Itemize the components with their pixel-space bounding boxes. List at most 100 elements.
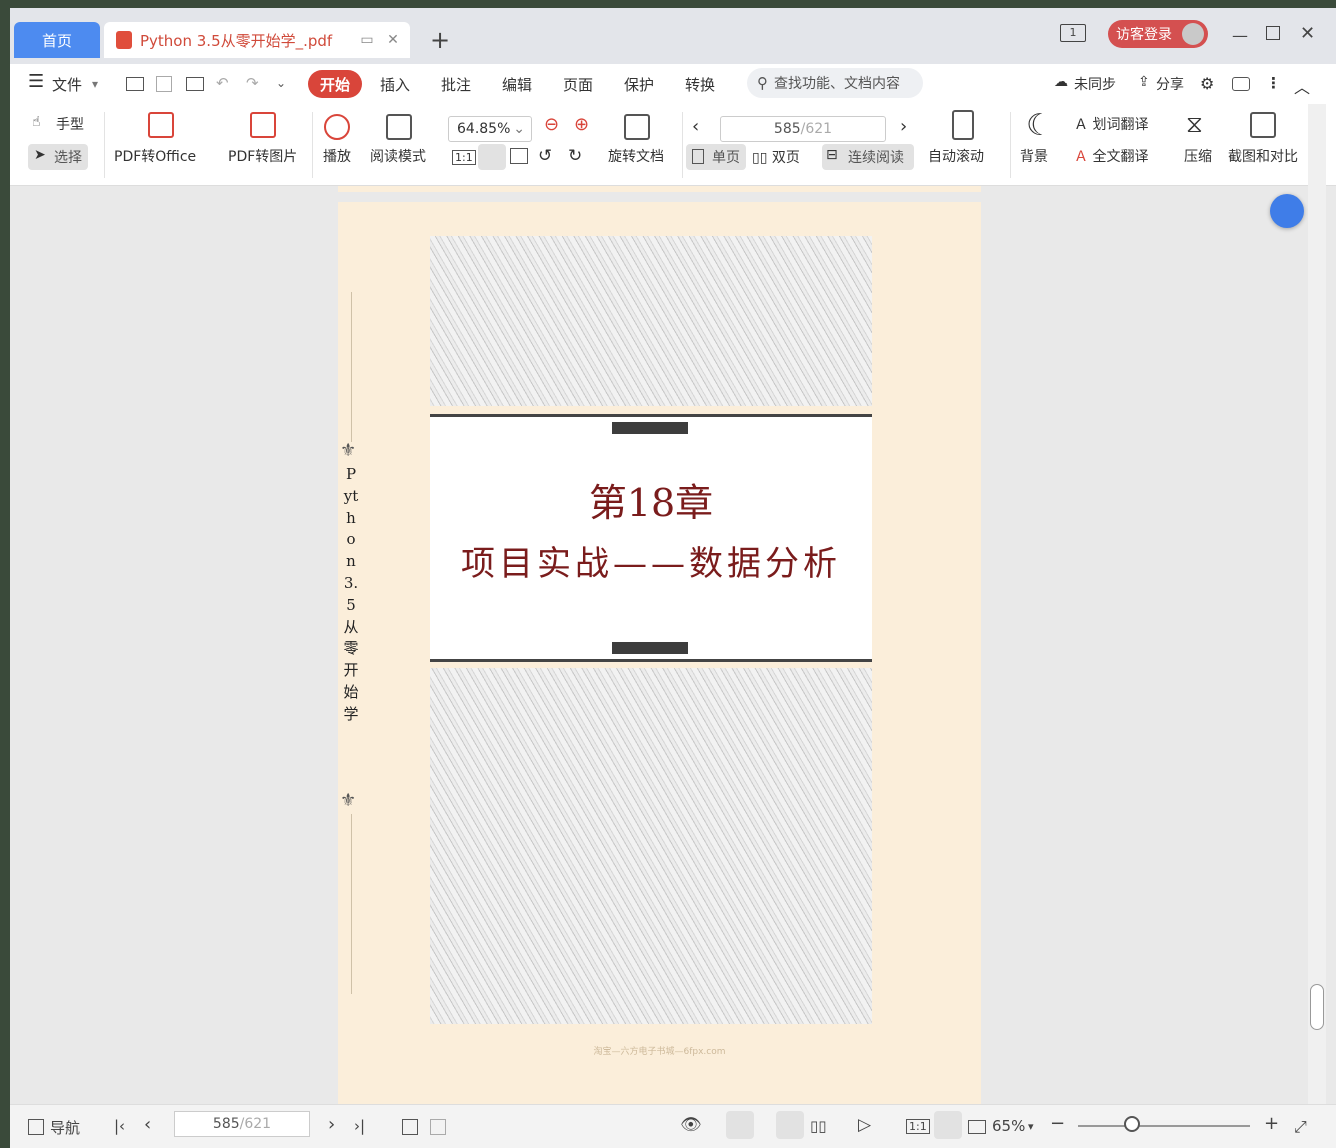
menu-start[interactable]: 开始 (308, 70, 362, 98)
pin-icon[interactable]: ▭ (358, 32, 376, 48)
back-icon[interactable] (402, 1119, 418, 1135)
word-translate-button[interactable]: Ａ 划词翻译 (1074, 114, 1148, 134)
spine-line-top (351, 292, 352, 442)
background-button[interactable]: 背景 (1020, 146, 1048, 166)
play-button[interactable]: 播放 (323, 146, 351, 166)
document-view[interactable]: 第18章 项目实战——数据分析 ⚜ Python 3.5从零开始学 ⚜ 淘宝—六… (10, 186, 1320, 1104)
rotate-right-icon[interactable]: ↻ (568, 146, 582, 166)
single-page-button[interactable]: 单页 (686, 144, 746, 170)
redo-icon[interactable]: ↷ (246, 74, 259, 92)
undo-icon[interactable]: ↶ (216, 74, 229, 92)
cloud-icon: ☁ (1054, 74, 1068, 90)
hamburger-icon[interactable]: ☰ (28, 71, 44, 92)
pdf-to-office-button[interactable]: PDF转Office (114, 146, 196, 166)
book-icon (386, 114, 412, 140)
menu-convert[interactable]: 转换 (685, 74, 715, 95)
zoom-select[interactable]: 64.85% ⌄ (448, 116, 532, 142)
maximize-icon[interactable] (1266, 26, 1280, 40)
actual-size-status-icon[interactable]: 1:1 (906, 1119, 930, 1134)
close-window-icon[interactable]: ✕ (1300, 23, 1315, 44)
tab-home[interactable]: 首页 (14, 22, 100, 58)
menu-protect[interactable]: 保护 (624, 74, 654, 95)
menu-insert[interactable]: 插入 (380, 74, 410, 95)
nav-button[interactable]: 导航 (50, 1117, 80, 1138)
comment-icon[interactable] (1232, 77, 1250, 91)
first-page-icon[interactable]: |‹ (114, 1117, 125, 1135)
compress-button[interactable]: 压缩 (1184, 146, 1212, 166)
sync-status[interactable]: 未同步 (1074, 74, 1116, 94)
full-translate-button[interactable]: Ａ 全文翻译 (1074, 146, 1148, 166)
zoom-slider[interactable] (1078, 1125, 1250, 1127)
last-page-icon[interactable]: ›| (354, 1117, 365, 1135)
status-page-current: 585 (212, 1116, 240, 1132)
prev-page-icon[interactable]: ‹ (692, 116, 699, 137)
rotate-left-icon[interactable]: ↺ (538, 146, 552, 166)
read-mode-button[interactable]: 阅读模式 (370, 146, 426, 166)
page-count-badge[interactable]: 1 (1060, 24, 1086, 42)
zoom-plus-icon[interactable]: + (1264, 1113, 1279, 1134)
search-input[interactable]: ⚲ 查找功能、文档内容 (747, 68, 923, 98)
fit-width-icon[interactable] (510, 148, 528, 164)
double-page-icon: ▯▯ (752, 150, 768, 166)
floating-tool-button[interactable] (1270, 194, 1304, 228)
new-tab-icon[interactable]: + (430, 28, 450, 52)
status-page-input[interactable]: 585/621 (174, 1111, 310, 1137)
next-page-icon[interactable]: › (900, 116, 907, 137)
translate-icon: Ａ (1074, 117, 1088, 133)
fit-width-status-icon[interactable] (968, 1120, 986, 1134)
collapse-ribbon-icon[interactable]: ︿ (1294, 74, 1310, 98)
zoom-in-icon[interactable]: ⊕ (574, 114, 589, 135)
single-page-status-icon[interactable] (776, 1111, 804, 1139)
zoom-out-icon[interactable]: ⊖ (544, 114, 559, 135)
select-tool-button[interactable]: ➤ 选择 (28, 144, 88, 170)
menu-file[interactable]: 文件 (52, 74, 82, 95)
play-status-icon[interactable]: ▷ (858, 1115, 871, 1135)
auto-scroll-button[interactable]: 自动滚动 (928, 146, 984, 166)
page-number-input[interactable]: 585/621 (720, 116, 886, 142)
nav-panel-icon[interactable] (28, 1119, 44, 1135)
menu-edit[interactable]: 编辑 (502, 74, 532, 95)
fit-page-status-icon[interactable] (934, 1111, 962, 1139)
screenshot-compare-button[interactable]: 截图和对比 (1228, 146, 1298, 166)
print-icon[interactable] (186, 77, 204, 91)
spine-title: Python 3.5从零开始学 (343, 465, 359, 723)
chevron-down-icon[interactable]: ▾ (92, 77, 98, 91)
settings-icon[interactable]: ⚙ (1200, 74, 1214, 93)
vertical-scrollbar[interactable] (1308, 104, 1326, 1104)
tab-document[interactable]: Python 3.5从零开始学_.pdf ▭ ✕ (104, 22, 410, 58)
scroll-thumb[interactable] (1310, 984, 1324, 1030)
zoom-slider-knob[interactable] (1124, 1116, 1140, 1132)
continuous-status-icon[interactable] (726, 1111, 754, 1139)
chevron-down-icon[interactable]: ▾ (1028, 1120, 1034, 1133)
share-button[interactable]: 分享 (1156, 74, 1184, 94)
save-icon[interactable] (156, 76, 172, 92)
close-tab-icon[interactable]: ✕ (384, 32, 402, 48)
login-label: 访客登录 (1116, 27, 1172, 43)
minimize-icon[interactable]: — (1232, 26, 1248, 45)
status-zoom[interactable]: 65% (992, 1117, 1025, 1135)
spine-line-bottom (351, 814, 352, 994)
continuous-icon: ⊟ (826, 147, 838, 163)
more-vertical-icon[interactable]: ⋮ (1266, 74, 1281, 92)
fit-page-icon[interactable] (478, 144, 506, 170)
full-translate-icon: Ａ (1074, 149, 1088, 165)
rotate-doc-button[interactable]: 旋转文档 (608, 146, 664, 166)
continuous-read-button[interactable]: ⊟ 连续阅读 (822, 144, 914, 170)
menu-page[interactable]: 页面 (563, 74, 593, 95)
more-icon[interactable]: ⌄ (276, 76, 286, 90)
auto-scroll-icon (952, 110, 974, 140)
eye-icon[interactable]: 👁 (680, 1115, 702, 1135)
next-page-status-icon[interactable]: › (328, 1114, 335, 1135)
pdf-to-image-button[interactable]: PDF转图片 (228, 146, 297, 166)
double-page-status-icon[interactable]: ▯▯ (810, 1117, 827, 1135)
fullscreen-icon[interactable]: ⤢ (1294, 1117, 1307, 1137)
double-page-button[interactable]: ▯▯ 双页 (752, 147, 800, 167)
hand-tool-button[interactable]: 手型 (56, 114, 84, 134)
forward-icon[interactable] (430, 1119, 446, 1135)
login-button[interactable]: 访客登录 (1108, 20, 1208, 48)
menu-annotate[interactable]: 批注 (441, 74, 471, 95)
actual-size-icon[interactable]: 1:1 (452, 150, 476, 165)
prev-page-status-icon[interactable]: ‹ (144, 1114, 151, 1135)
zoom-minus-icon[interactable]: − (1050, 1113, 1065, 1134)
open-icon[interactable] (126, 77, 144, 91)
